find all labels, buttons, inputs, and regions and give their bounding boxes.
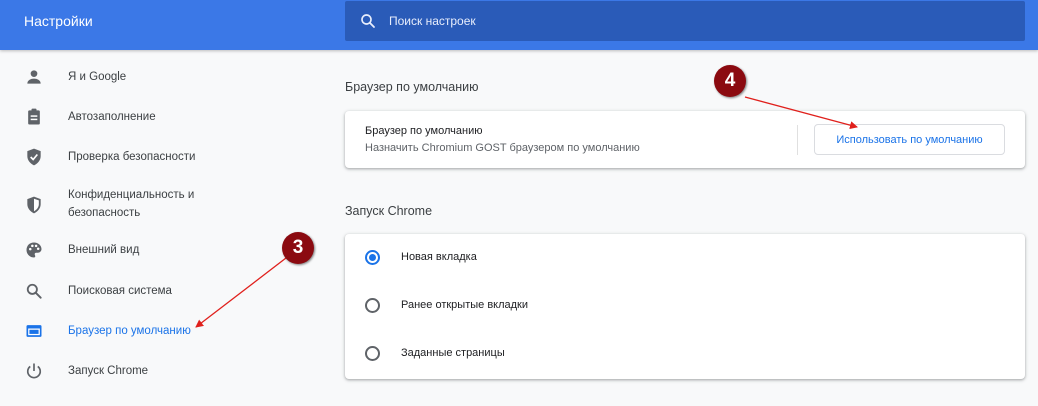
sidebar-item-label: Проверка безопасности: [68, 151, 196, 163]
search-icon: [26, 283, 42, 299]
radio-label: Заданные страницы: [401, 347, 505, 359]
default-browser-title: Браузер по умолчанию: [365, 125, 483, 137]
search-input[interactable]: [389, 11, 989, 31]
radio-button[interactable]: [365, 346, 380, 361]
sidebar-item-label: Запуск Chrome: [68, 365, 149, 377]
top-bar: Настройки: [0, 0, 1038, 50]
annotation-badge-4: 4: [714, 65, 746, 97]
sidebar-item-on-startup[interactable]: Запуск Chrome: [0, 361, 300, 381]
radio-label: Ранее открытые вкладки: [401, 299, 529, 311]
browser-window-icon: [26, 325, 42, 337]
sidebar-item-you-and-google[interactable]: Я и Google: [0, 67, 300, 87]
sidebar-item-default-browser[interactable]: Браузер по умолчанию: [0, 321, 300, 341]
sidebar-item-safety-check[interactable]: Проверка безопасности: [0, 147, 300, 167]
radio-button-checked[interactable]: [365, 250, 380, 265]
sidebar-item-label: Поисковая система: [68, 285, 172, 297]
palette-icon: [26, 242, 42, 258]
shield-check-icon: [27, 148, 41, 166]
app-title: Настройки: [24, 13, 93, 29]
card-divider: [797, 125, 798, 155]
person-icon: [27, 70, 41, 84]
sidebar-item-label: Я и Google: [68, 71, 127, 83]
search-icon: [361, 14, 375, 28]
radio-option-continue[interactable]: Ранее открытые вкладки: [345, 282, 1025, 330]
sidebar-item-search-engine[interactable]: Поисковая система: [0, 281, 300, 301]
radio-option-specific-pages[interactable]: Заданные страницы: [345, 330, 1025, 378]
sidebar-item-appearance[interactable]: Внешний вид: [0, 240, 300, 260]
power-icon: [26, 363, 42, 379]
shield-half-icon: [27, 196, 41, 214]
sidebar-item-label: Внешний вид: [68, 244, 140, 256]
sidebar-item-label-line1: Конфиденциальность и: [68, 189, 195, 201]
clipboard-icon: [28, 108, 40, 125]
on-startup-card: Новая вкладка Ранее открытые вкладки Зад…: [345, 234, 1025, 379]
section-title-default-browser: Браузер по умолчанию: [345, 80, 479, 94]
make-default-button[interactable]: Использовать по умолчанию: [814, 124, 1005, 155]
sidebar-item-label: Браузер по умолчанию: [68, 325, 191, 337]
sidebar-item-label: Автозаполнение: [68, 111, 156, 123]
default-browser-subtitle: Назначить Chromium GOST браузером по умо…: [365, 142, 640, 154]
sidebar-item-autofill[interactable]: Автозаполнение: [0, 107, 300, 127]
search-box[interactable]: [345, 1, 1025, 41]
radio-option-new-tab[interactable]: Новая вкладка: [345, 234, 1025, 282]
sidebar-item-label-line2: безопасность: [68, 207, 141, 219]
radio-label: Новая вкладка: [401, 251, 477, 263]
annotation-badge-3: 3: [282, 232, 314, 264]
default-browser-card: Браузер по умолчанию Назначить Chromium …: [345, 111, 1025, 168]
sidebar-item-privacy[interactable]: Конфиденциальность и безопасность: [0, 185, 300, 225]
section-title-on-startup: Запуск Chrome: [345, 204, 433, 218]
radio-button[interactable]: [365, 298, 380, 313]
